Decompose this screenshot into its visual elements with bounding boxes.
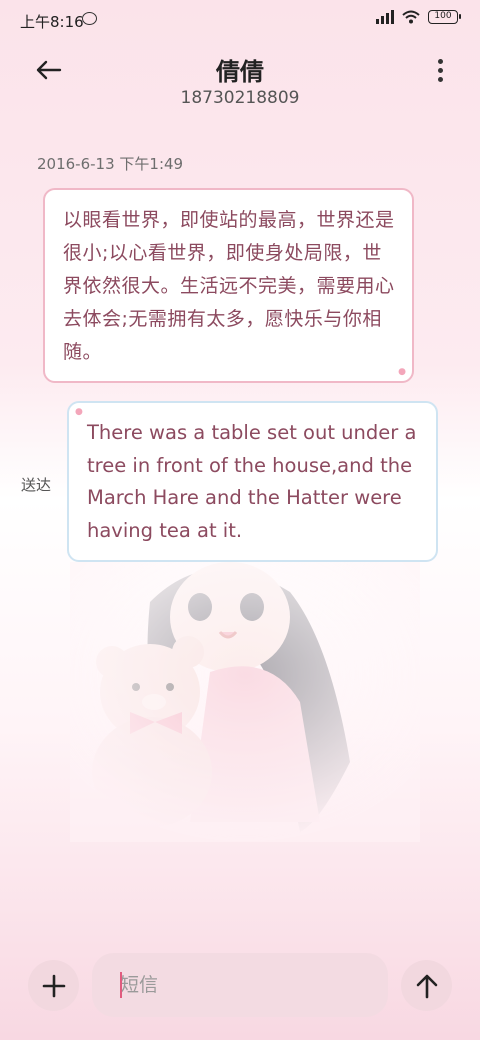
wifi-icon [402,10,420,24]
status-indicators: 100 [376,10,461,24]
conversation-header: 倩倩 18730218809 [0,40,480,120]
composer-bar [0,940,480,1040]
more-options-button[interactable] [430,54,450,86]
message-timestamp: 2016-6-13 下午1:49 [37,155,184,173]
message-input[interactable] [92,953,388,1017]
send-button[interactable] [401,960,452,1011]
outgoing-message-text: There was a table set out under a tree i… [87,421,417,542]
notification-icon [82,12,97,25]
incoming-message-bubble[interactable]: 以眼看世界，即使站的最高，世界还是很小;以心看世界，即使身处局限，世界依然很大。… [43,188,414,383]
text-cursor [120,972,122,998]
message-input-container [92,953,388,1017]
signal-icon [376,10,394,24]
wallpaper-illustration [70,562,420,842]
contact-number: 18730218809 [180,88,300,108]
outgoing-message-bubble[interactable]: ● There was a table set out under a tree… [67,401,438,562]
delivery-status: 送达 [21,476,52,494]
plus-icon [42,974,65,997]
flower-decoration-icon: ● [75,407,83,417]
status-bar: 上午8:16 100 [0,0,480,40]
paw-decoration-icon: ● [398,367,406,377]
more-vertical-icon [437,58,443,64]
incoming-message-text: 以眼看世界，即使站的最高，世界还是很小;以心看世界，即使身处局限，世界依然很大。… [63,209,395,363]
battery-icon: 100 [428,10,461,24]
add-attachment-button[interactable] [28,960,79,1011]
status-time: 上午8:16 [20,13,84,31]
send-arrow-icon [416,974,437,998]
contact-name: 倩倩 [216,58,264,86]
